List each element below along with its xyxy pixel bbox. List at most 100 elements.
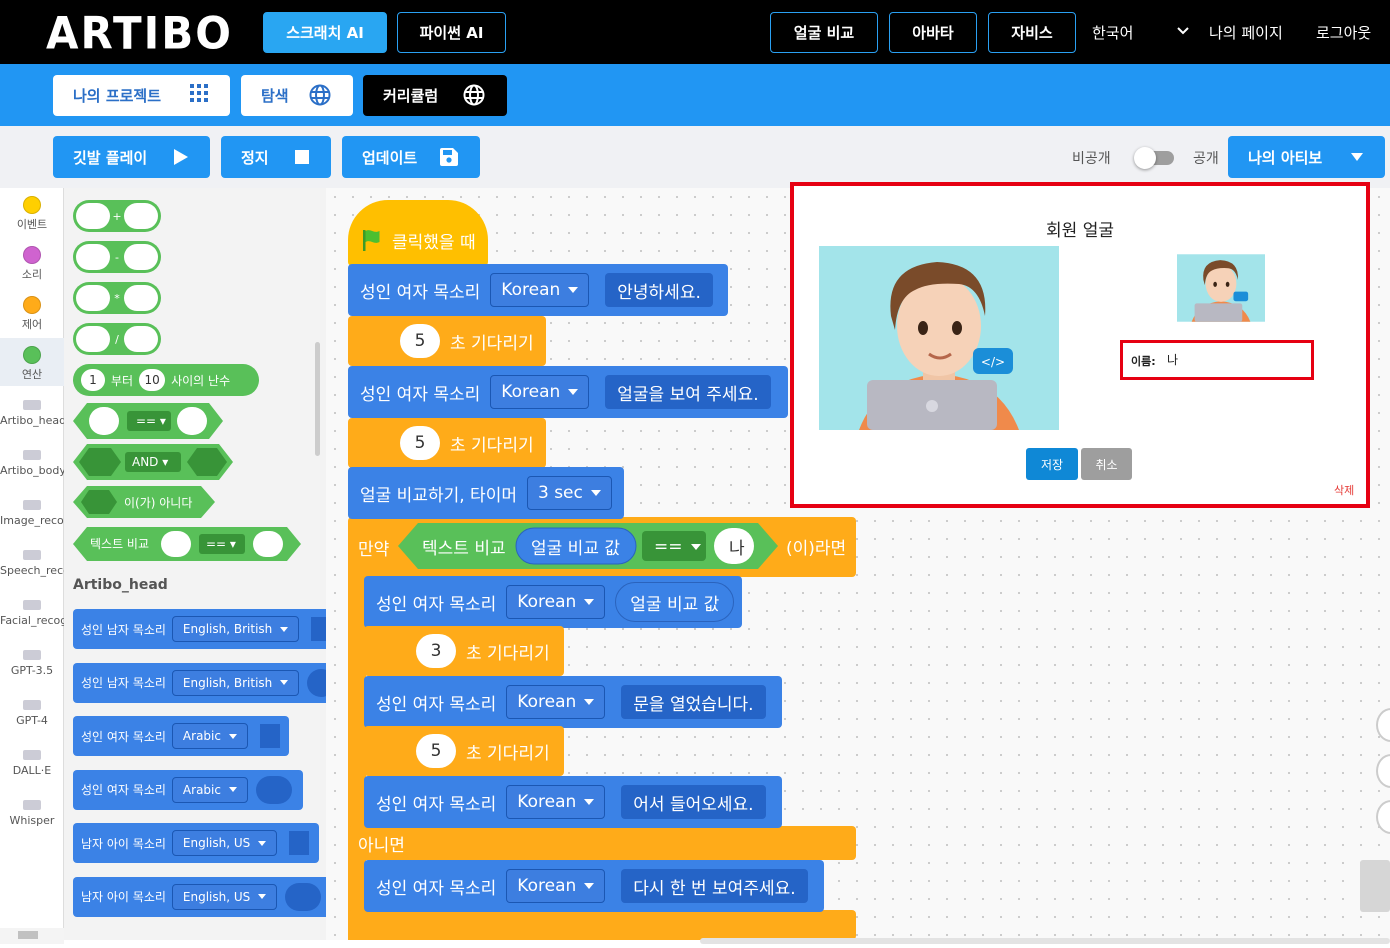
language-dropdown[interactable]: Korean: [506, 585, 606, 619]
name-input[interactable]: 나: [1167, 351, 1178, 368]
zoom-reset-button[interactable]: [1376, 800, 1390, 834]
category-dall-e[interactable]: DALL·E: [0, 738, 64, 786]
operator-block[interactable]: +: [73, 200, 161, 232]
sidebar-scrollbar[interactable]: [0, 928, 64, 944]
explore-button[interactable]: 탐색: [241, 75, 353, 116]
equals-operator[interactable]: == ▾: [136, 414, 166, 428]
voice-say-block-3[interactable]: 성인 여자 목소리 Korean 얼굴 비교 값: [364, 576, 742, 628]
operator-block[interactable]: /: [73, 323, 161, 355]
wait-block-4[interactable]: 5 초 기다리기: [364, 726, 564, 776]
operand-input[interactable]: [123, 244, 158, 270]
category-artibo-body[interactable]: Artibo_body: [0, 438, 64, 486]
stop-button[interactable]: 정지: [221, 136, 331, 178]
say-text-input[interactable]: 얼굴을 보여 주세요.: [605, 375, 771, 409]
wait-seconds-input[interactable]: 5: [400, 324, 440, 358]
palette-scrollbar[interactable]: [315, 342, 320, 456]
language-dropdown[interactable]: English, British: [171, 616, 300, 642]
language-dropdown[interactable]: Arabic: [171, 776, 248, 803]
timer-dropdown[interactable]: 3 sec: [526, 476, 612, 510]
compare-value-reporter[interactable]: 얼굴 비교 값: [615, 582, 735, 622]
language-dropdown[interactable]: English, British: [171, 669, 300, 696]
say-text-input[interactable]: 어서 들어오세요.: [621, 785, 766, 819]
text-reporter-slot[interactable]: [307, 668, 326, 697]
zoom-in-button[interactable]: [1376, 708, 1390, 742]
palette-voice-block[interactable]: 성인 여자 목소리 Arabic: [73, 716, 289, 756]
face-compare-timer-block[interactable]: 얼굴 비교하기, 타이머 3 sec: [348, 467, 624, 519]
my-page-link[interactable]: 나의 페이지: [1209, 22, 1283, 43]
operator-block[interactable]: *: [73, 282, 161, 314]
face-compare-button[interactable]: 얼굴 비교: [770, 12, 878, 53]
curriculum-button[interactable]: 커리큘럼: [363, 75, 507, 116]
palette-voice-block[interactable]: 성인 여자 목소리 Arabic: [73, 769, 303, 810]
wait-seconds-input[interactable]: 5: [400, 426, 440, 460]
voice-say-block-5[interactable]: 성인 여자 목소리 Korean 어서 들어오세요.: [364, 776, 782, 828]
language-dropdown[interactable]: Korean: [506, 869, 606, 903]
voice-say-block-2[interactable]: 성인 여자 목소리 Korean 얼굴을 보여 주세요.: [348, 366, 788, 418]
text-compare-operator[interactable]: == ▾: [206, 537, 236, 551]
category-이벤트[interactable]: 이벤트: [0, 188, 64, 236]
jarvis-button[interactable]: 자비스: [988, 12, 1076, 53]
language-dropdown[interactable]: English, US: [171, 830, 278, 856]
save-button[interactable]: 저장: [1026, 448, 1078, 480]
avatar-button[interactable]: 아바타: [889, 12, 977, 53]
update-button[interactable]: 업데이트: [342, 136, 480, 178]
category-image-recog[interactable]: Image_recog: [0, 488, 64, 536]
operator-block[interactable]: -: [73, 241, 161, 273]
random-block[interactable]: 1 부터 10 사이의 난수: [73, 364, 259, 396]
text-input-slot[interactable]: [311, 617, 326, 641]
random-to-input[interactable]: 10: [139, 369, 166, 391]
zoom-out-button[interactable]: [1376, 754, 1390, 788]
language-dropdown[interactable]: English, US: [171, 883, 278, 910]
category-artibo-head[interactable]: Artibo_head: [0, 388, 64, 436]
wait-block-3[interactable]: 3 초 기다리기: [364, 626, 564, 676]
language-dropdown[interactable]: Korean: [490, 375, 590, 409]
category-gpt-4[interactable]: GPT-4: [0, 688, 64, 736]
operand-input[interactable]: [76, 244, 110, 270]
delete-link[interactable]: 삭제: [1334, 482, 1354, 498]
palette-voice-block[interactable]: 성인 남자 목소리 English, British: [73, 609, 326, 649]
language-dropdown[interactable]: Korean: [506, 785, 606, 819]
say-text-input[interactable]: 안녕하세요.: [605, 273, 713, 307]
voice-say-block-6[interactable]: 성인 여자 목소리 Korean 다시 한 번 보여주세요.: [364, 860, 824, 912]
flag-play-button[interactable]: 깃발 플레이: [53, 136, 210, 178]
scratch-ai-button[interactable]: 스크래치 AI: [263, 12, 387, 53]
text-input-slot[interactable]: [259, 724, 280, 748]
eq-operator-dropdown[interactable]: ==: [654, 534, 701, 560]
text-input-slot[interactable]: [289, 831, 310, 855]
category-제어[interactable]: 제어: [0, 288, 64, 336]
language-select[interactable]: 한국어: [1092, 22, 1133, 43]
palette-voice-block[interactable]: 남자 아이 목소리 English, US: [73, 823, 319, 863]
else-block[interactable]: [348, 826, 856, 860]
language-dropdown[interactable]: Arabic: [171, 723, 248, 749]
text-reporter-slot[interactable]: [255, 775, 292, 804]
palette-voice-block[interactable]: 남자 아이 목소리 English, US: [73, 876, 326, 917]
chevron-down-icon[interactable]: [1177, 27, 1189, 35]
my-projects-button[interactable]: 나의 프로젝트: [53, 75, 230, 116]
and-operator[interactable]: AND ▾: [132, 455, 168, 469]
operand-input[interactable]: [76, 203, 110, 229]
say-text-input[interactable]: 문을 열었습니다.: [621, 685, 766, 719]
language-dropdown[interactable]: Korean: [490, 273, 590, 307]
wait-seconds-input[interactable]: 3: [416, 634, 456, 668]
operand-input[interactable]: [76, 285, 110, 311]
python-ai-button[interactable]: 파이썬 AI: [397, 12, 506, 53]
category-소리[interactable]: 소리: [0, 238, 64, 286]
cancel-button[interactable]: 취소: [1081, 448, 1132, 480]
wait-block-2[interactable]: 5 초 기다리기: [348, 418, 546, 468]
category-whisper[interactable]: Whisper: [0, 788, 64, 836]
visibility-toggle[interactable]: [1134, 147, 1174, 169]
workspace-horizontal-scrollbar[interactable]: [700, 938, 1390, 944]
wait-block-1[interactable]: 5 초 기다리기: [348, 316, 546, 366]
language-dropdown[interactable]: Korean: [506, 685, 606, 719]
palette-voice-block[interactable]: 성인 남자 목소리 English, British: [73, 662, 326, 703]
name-input[interactable]: 나: [729, 533, 745, 559]
operand-input[interactable]: [124, 326, 158, 352]
trash-icon[interactable]: [1360, 860, 1390, 912]
my-artibo-dropdown[interactable]: 나의 아티보: [1228, 136, 1385, 178]
logout-link[interactable]: 로그아웃: [1316, 22, 1371, 43]
when-flag-clicked-block[interactable]: 클릭했을 때: [348, 200, 488, 266]
voice-say-block-4[interactable]: 성인 여자 목소리 Korean 문을 열었습니다.: [364, 676, 782, 728]
artibo-logo[interactable]: ARTIBO: [46, 8, 233, 59]
operand-input[interactable]: [124, 203, 158, 229]
category-gpt-3-5[interactable]: GPT-3.5: [0, 638, 64, 686]
